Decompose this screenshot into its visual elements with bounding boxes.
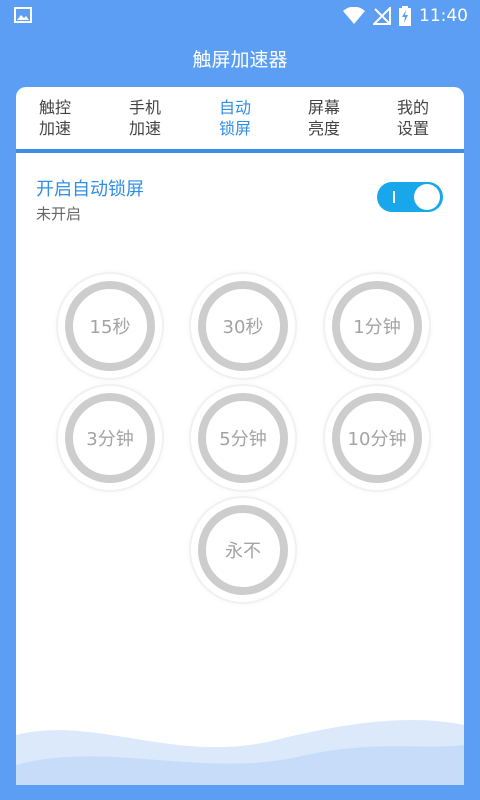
tab-label-line2: 设置 (397, 119, 430, 138)
auto-lock-status: 未开启 (36, 205, 82, 223)
timeout-option-1min[interactable]: 1分钟 (325, 274, 429, 378)
battery-charging-icon (399, 6, 411, 26)
timeout-option-30s[interactable]: 30秒 (191, 274, 295, 378)
timeout-label: 5分钟 (219, 429, 267, 450)
timeout-option-10min[interactable]: 10分钟 (325, 386, 429, 490)
status-time: 11:40 (419, 6, 468, 26)
timeout-label: 永不 (225, 541, 261, 562)
timeout-label: 1分钟 (353, 317, 401, 338)
app-title: 触屏加速器 (192, 49, 288, 71)
tab-indicator-line (16, 149, 464, 153)
tab-auto-lock[interactable]: 自动 锁屏 (219, 97, 289, 139)
timeout-option-15s[interactable]: 15秒 (58, 274, 162, 378)
auto-lock-title: 开启自动锁屏 (36, 179, 144, 200)
main-card: 触控 加速 手机 加速 自动 锁屏 屏幕 亮度 我的 设置 开启自动锁屏 未开启 (16, 87, 464, 785)
auto-lock-row: 开启自动锁屏 未开启 (16, 171, 464, 231)
tab-my-settings[interactable]: 我的 设置 (397, 97, 464, 139)
tab-label-line2: 加速 (129, 119, 162, 138)
timeout-label: 15秒 (89, 317, 131, 338)
tab-screen-brightness[interactable]: 屏幕 亮度 (308, 97, 378, 139)
tab-label-line1: 触控 (39, 98, 72, 117)
decorative-wave (16, 720, 464, 785)
switch-knob (414, 184, 440, 210)
switch-on-mark (393, 191, 395, 203)
no-signal-icon (373, 7, 391, 25)
auto-lock-switch[interactable] (377, 182, 443, 212)
tab-touch-acceleration[interactable]: 触控 加速 (39, 97, 109, 139)
tab-bar: 触控 加速 手机 加速 自动 锁屏 屏幕 亮度 我的 设置 (16, 87, 464, 149)
timeout-option-never[interactable]: 永不 (191, 498, 295, 602)
status-bar: 11:40 (0, 0, 480, 32)
tab-label-line1: 屏幕 (308, 98, 341, 117)
timeout-label: 3分钟 (86, 429, 134, 450)
timeout-label: 30秒 (222, 317, 264, 338)
tab-label-line1: 手机 (129, 98, 162, 117)
tab-label-line2: 亮度 (308, 119, 341, 138)
image-icon (14, 7, 32, 23)
tab-label-line1: 自动 (219, 98, 252, 117)
tab-label-line1: 我的 (397, 98, 430, 117)
timeout-option-5min[interactable]: 5分钟 (191, 386, 295, 490)
timeout-option-3min[interactable]: 3分钟 (58, 386, 162, 490)
tab-label-line2: 锁屏 (219, 119, 252, 138)
tab-label-line2: 加速 (39, 119, 72, 138)
timeout-label: 10分钟 (347, 429, 407, 450)
wifi-icon (343, 7, 365, 24)
tab-phone-acceleration[interactable]: 手机 加速 (129, 97, 199, 139)
